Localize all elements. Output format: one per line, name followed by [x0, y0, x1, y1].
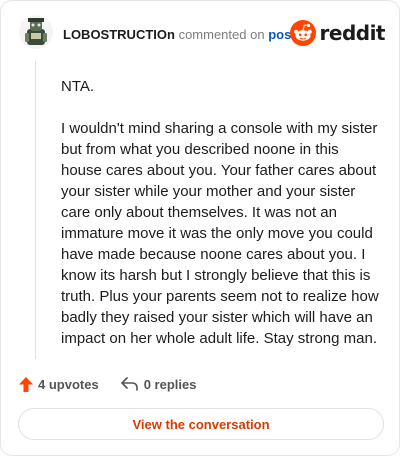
upvote-arrow-icon — [19, 376, 33, 392]
comment-header: LOBOSTRUCTIOn commented on post reddit — [19, 15, 386, 55]
reddit-wordmark: reddit — [319, 21, 386, 45]
reply-count: 0 replies — [143, 376, 197, 392]
byline: LOBOSTRUCTIOn commented on post — [63, 27, 296, 43]
reddit-snoo-icon — [289, 20, 316, 46]
reply-button[interactable]: 0 replies — [120, 376, 197, 392]
byline-action: commented on — [178, 27, 265, 42]
comment-paragraph: NTA. — [61, 78, 95, 95]
comment-paragraph: I wouldn't mind sharing a console with m… — [61, 120, 379, 347]
upvote-count: 4 upvotes — [38, 376, 99, 392]
view-conversation-button[interactable]: View the conversation — [18, 408, 384, 440]
comment-body: NTA. I wouldn't mind sharing a console w… — [61, 76, 383, 370]
reddit-logo[interactable]: reddit — [289, 19, 386, 47]
comment-card: LOBOSTRUCTIOn commented on post reddit N… — [0, 0, 400, 456]
username[interactable]: LOBOSTRUCTIOn — [63, 27, 175, 42]
upvote-button[interactable]: 4 upvotes — [19, 376, 99, 392]
reply-arrow-icon — [120, 377, 138, 391]
thread-line — [35, 61, 36, 359]
avatar-icon[interactable] — [19, 15, 53, 49]
comment-actions: 4 upvotes 0 replies — [19, 373, 218, 395]
